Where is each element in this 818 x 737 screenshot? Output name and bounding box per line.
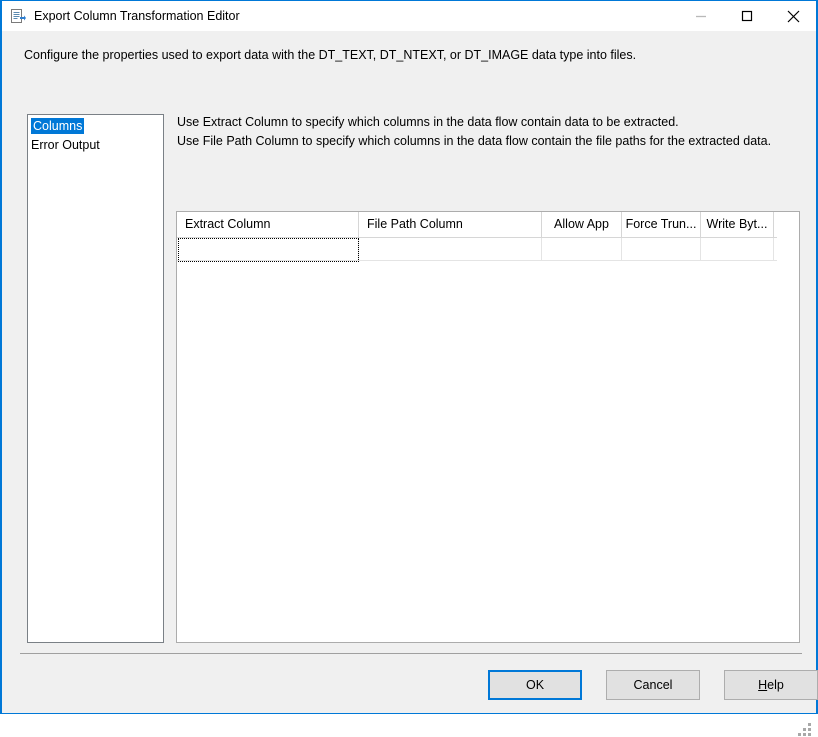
dialog-button-bar: OK Cancel Help (488, 670, 818, 700)
grid-header-force-truncate[interactable]: Force Trun... (622, 212, 701, 237)
page-list-item-error-output[interactable]: Error Output (28, 136, 163, 155)
columns-grid-panel[interactable]: Extract Column File Path Column Allow Ap… (176, 211, 800, 643)
grid-cell-file-path-column[interactable] (359, 238, 542, 260)
instructions-line-2: Use File Path Column to specify which co… (177, 134, 772, 148)
page-list-item-columns-label: Columns (31, 118, 85, 134)
dialog-description: Configure the properties used to export … (24, 48, 637, 62)
document-export-icon (10, 8, 26, 24)
grid-header-extract-column[interactable]: Extract Column (177, 212, 359, 237)
title-bar[interactable]: Export Column Transformation Editor (2, 1, 816, 31)
dialog-client-area: Configure the properties used to export … (2, 31, 818, 736)
grid-header-file-path-column[interactable]: File Path Column (359, 212, 542, 237)
page-list-item-error-output-label: Error Output (31, 138, 100, 152)
instructions-line-1: Use Extract Column to specify which colu… (177, 115, 679, 129)
grid-cell-allow-app[interactable] (542, 238, 622, 260)
help-button[interactable]: Help (724, 670, 818, 700)
grid-header-allow-app[interactable]: Allow App (542, 212, 622, 237)
ok-button[interactable]: OK (488, 670, 582, 700)
footer-separator (20, 653, 802, 654)
maximize-button[interactable] (724, 2, 770, 31)
grid-cell-write-byte-order-mark[interactable] (701, 238, 774, 260)
help-button-label-rest: elp (767, 678, 784, 692)
help-button-accelerator: H (758, 678, 768, 692)
table-row[interactable] (177, 238, 777, 262)
minimize-button[interactable] (678, 2, 724, 31)
dialog-window: Export Column Transformation Editor Conf… (0, 0, 818, 736)
grid-cell-force-truncate[interactable] (622, 238, 701, 260)
grid-header-write-byte-order-mark[interactable]: Write Byt... (701, 212, 774, 237)
cancel-button[interactable]: Cancel (606, 670, 700, 700)
columns-grid: Extract Column File Path Column Allow Ap… (177, 212, 777, 262)
instructions-text: Use Extract Column to specify which colu… (177, 113, 771, 151)
window-title: Export Column Transformation Editor (34, 9, 240, 23)
page-list-item-columns[interactable]: Columns (28, 117, 163, 136)
page-list[interactable]: Columns Error Output (27, 114, 164, 643)
grid-cell-extract-column[interactable] (177, 238, 359, 260)
grid-header-row: Extract Column File Path Column Allow Ap… (177, 212, 777, 238)
resize-grip[interactable] (798, 723, 812, 737)
close-button[interactable] (770, 2, 816, 31)
